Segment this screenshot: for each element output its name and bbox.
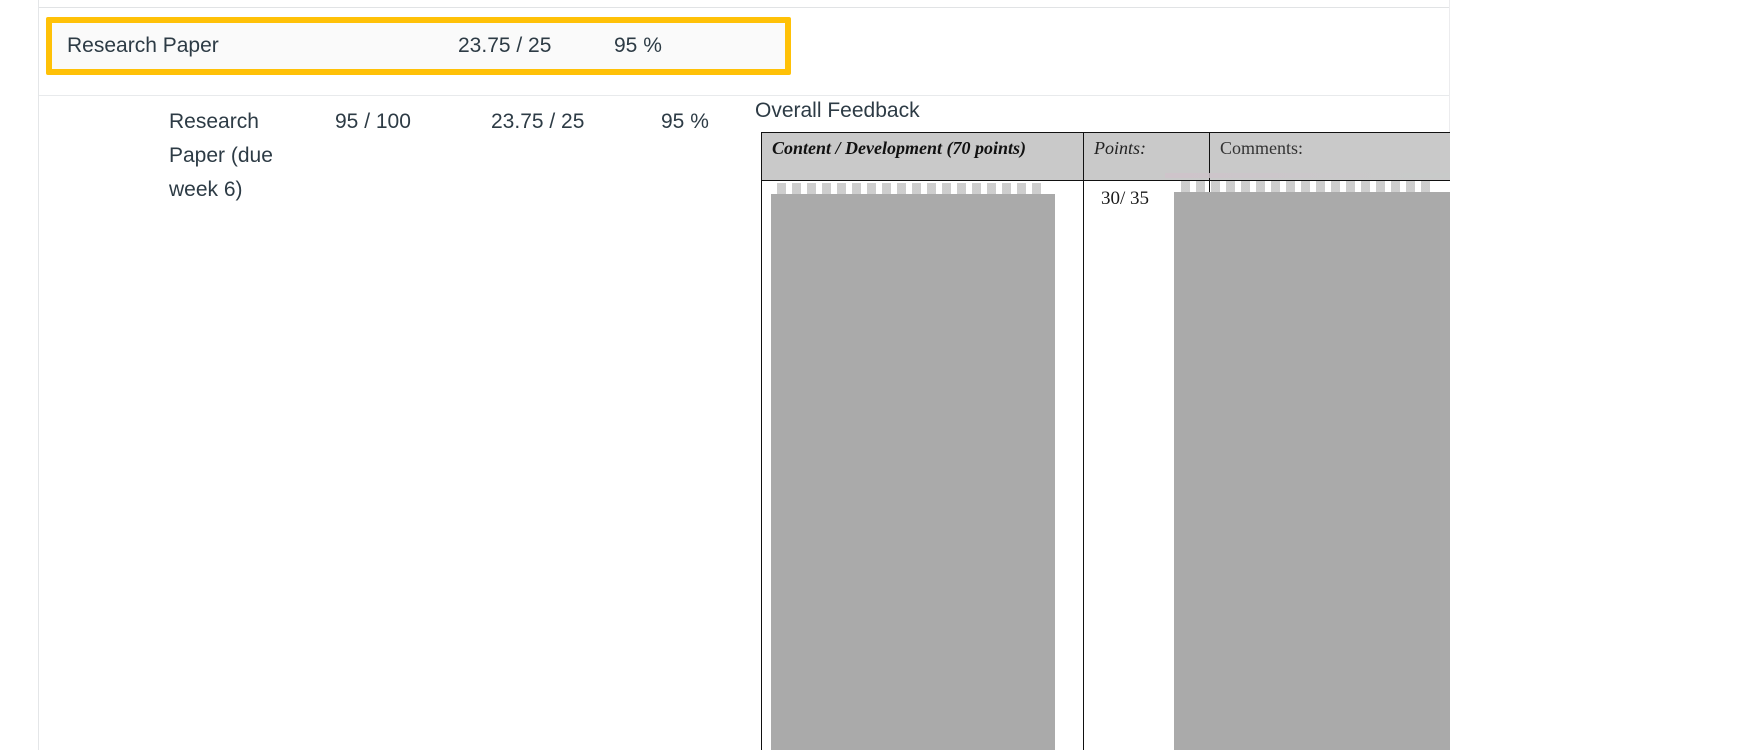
assignment-score: 23.75 / 25 (458, 34, 552, 57)
assignment-detail-row: Research Paper (due week 6) 95 / 100 23.… (39, 96, 1493, 750)
rubric-header-cell-criteria: Content / Development (70 points) (761, 132, 1084, 181)
assignment-row-container: Research Paper 23.75 / 25 95 % (39, 8, 1449, 94)
overall-feedback-heading: Overall Feedback (755, 99, 920, 122)
rubric-document-image: Content / Development (70 points) Points… (761, 132, 1493, 750)
detail-assignment-score: 23.75 / 25 (491, 110, 585, 133)
overall-feedback-panel: Overall Feedback Content / Development (… (755, 96, 1495, 750)
assignment-percent: 95 % (614, 34, 662, 57)
rubric-header-cell-points: Points: (1083, 132, 1210, 181)
rubric-column-comments-label: Comments: (1220, 138, 1304, 158)
rubric-header-row: Content / Development (70 points) Points… (761, 132, 1493, 181)
detail-assignment-percent: 95 % (661, 110, 709, 133)
page-right-margin (1450, 0, 1750, 750)
detail-overall-points: 95 / 100 (335, 110, 411, 133)
redaction-block-comments (1174, 192, 1493, 750)
grades-table-pane: Research Paper 23.75 / 25 95 % Research … (38, 0, 1493, 750)
assignment-row-selected[interactable]: Research Paper 23.75 / 25 95 % (46, 17, 791, 75)
rubric-column-points-label: Points: (1094, 138, 1146, 158)
grades-page: Research Paper 23.75 / 25 95 % Research … (0, 0, 1750, 750)
redaction-block-criteria (771, 194, 1055, 750)
detail-assignment-title: Research Paper (due week 6) (169, 110, 273, 201)
rubric-points-value: 30/ 35 (1101, 188, 1150, 209)
assignment-title: Research Paper (67, 34, 219, 57)
rubric-column-criteria-label: Content / Development (70 points) (772, 138, 1026, 158)
